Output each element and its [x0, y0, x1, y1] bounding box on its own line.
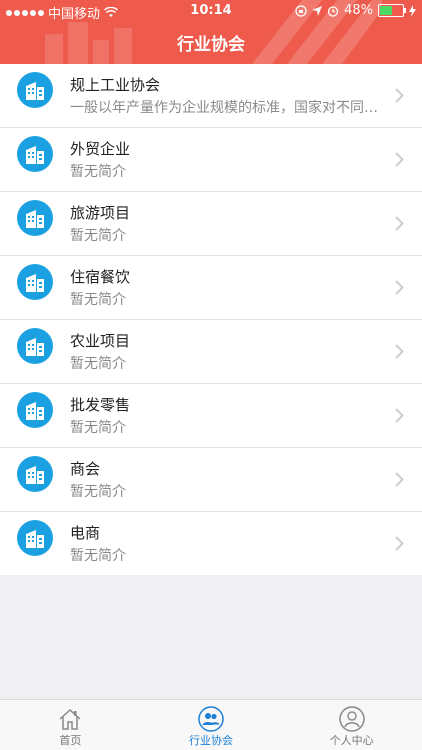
charging-icon: [409, 4, 416, 17]
tab-bar: 首页 行业协会 个人中心: [0, 699, 422, 750]
chevron-right-icon: [395, 536, 404, 551]
list-item[interactable]: 外贸企业 暂无简介: [0, 128, 422, 192]
building-icon: [17, 520, 53, 556]
list-item[interactable]: 住宿餐饮 暂无简介: [0, 256, 422, 320]
building-icon: [17, 200, 53, 236]
association-list: 规上工业协会 一般以年产量作为企业规模的标准，国家对不同行业的企业都制定了...…: [0, 64, 422, 575]
building-icon: [17, 456, 53, 492]
item-name: 批发零售: [70, 396, 131, 414]
item-name: 商会: [70, 460, 101, 478]
chevron-right-icon: [395, 152, 404, 167]
location-icon: [312, 5, 323, 16]
alarm-icon: [327, 5, 339, 17]
list-item[interactable]: 农业项目 暂无简介: [0, 320, 422, 384]
tab-personal-center[interactable]: 个人中心: [281, 700, 422, 750]
home-icon: [59, 708, 81, 730]
chevron-right-icon: [395, 472, 404, 487]
list-item[interactable]: 旅游项目 暂无简介: [0, 192, 422, 256]
building-icon: [17, 392, 53, 428]
item-name: 住宿餐饮: [70, 268, 131, 286]
rotation-lock-icon: [295, 4, 307, 17]
item-name: 电商: [70, 524, 101, 542]
item-name: 农业项目: [70, 332, 131, 350]
tab-home[interactable]: 首页: [0, 700, 141, 750]
list-item[interactable]: 商会 暂无简介: [0, 448, 422, 512]
item-name: 旅游项目: [70, 204, 131, 222]
list-item[interactable]: 规上工业协会 一般以年产量作为企业规模的标准，国家对不同行业的企业都制定了...: [0, 64, 422, 128]
tab-industry-association[interactable]: 行业协会: [141, 700, 282, 750]
chevron-right-icon: [395, 88, 404, 103]
chevron-right-icon: [395, 216, 404, 231]
tab-label: 首页: [59, 734, 82, 747]
chevron-right-icon: [395, 408, 404, 423]
item-description: 暂无简介: [70, 292, 126, 308]
item-description: 暂无简介: [70, 484, 126, 500]
header-bar: 中国移动 10:14 48% 行业协会: [0, 0, 422, 64]
chevron-right-icon: [395, 344, 404, 359]
item-description: 暂无简介: [70, 356, 126, 372]
building-icon: [17, 72, 53, 108]
status-bar: 中国移动 10:14 48%: [0, 0, 422, 22]
battery-fill: [380, 6, 392, 15]
building-icon: [17, 136, 53, 172]
building-icon: [17, 264, 53, 300]
tab-label: 行业协会: [189, 734, 233, 747]
item-description: 一般以年产量作为企业规模的标准，国家对不同行业的企业都制定了...: [70, 100, 380, 116]
battery-percent: 48%: [344, 3, 373, 18]
users-icon: [198, 706, 224, 732]
battery-icon: [378, 4, 406, 17]
item-name: 规上工业协会: [70, 76, 161, 94]
chevron-right-icon: [395, 280, 404, 295]
building-icon: [17, 328, 53, 364]
item-description: 暂无简介: [70, 548, 126, 564]
user-icon: [338, 706, 365, 732]
list-item[interactable]: 电商 暂无简介: [0, 512, 422, 575]
item-name: 外贸企业: [70, 140, 131, 158]
item-description: 暂无简介: [70, 228, 126, 244]
item-description: 暂无简介: [70, 420, 126, 436]
tab-label: 个人中心: [329, 734, 374, 747]
list-item[interactable]: 批发零售 暂无简介: [0, 384, 422, 448]
page-title: 行业协会: [177, 35, 245, 55]
item-description: 暂无简介: [70, 164, 126, 180]
